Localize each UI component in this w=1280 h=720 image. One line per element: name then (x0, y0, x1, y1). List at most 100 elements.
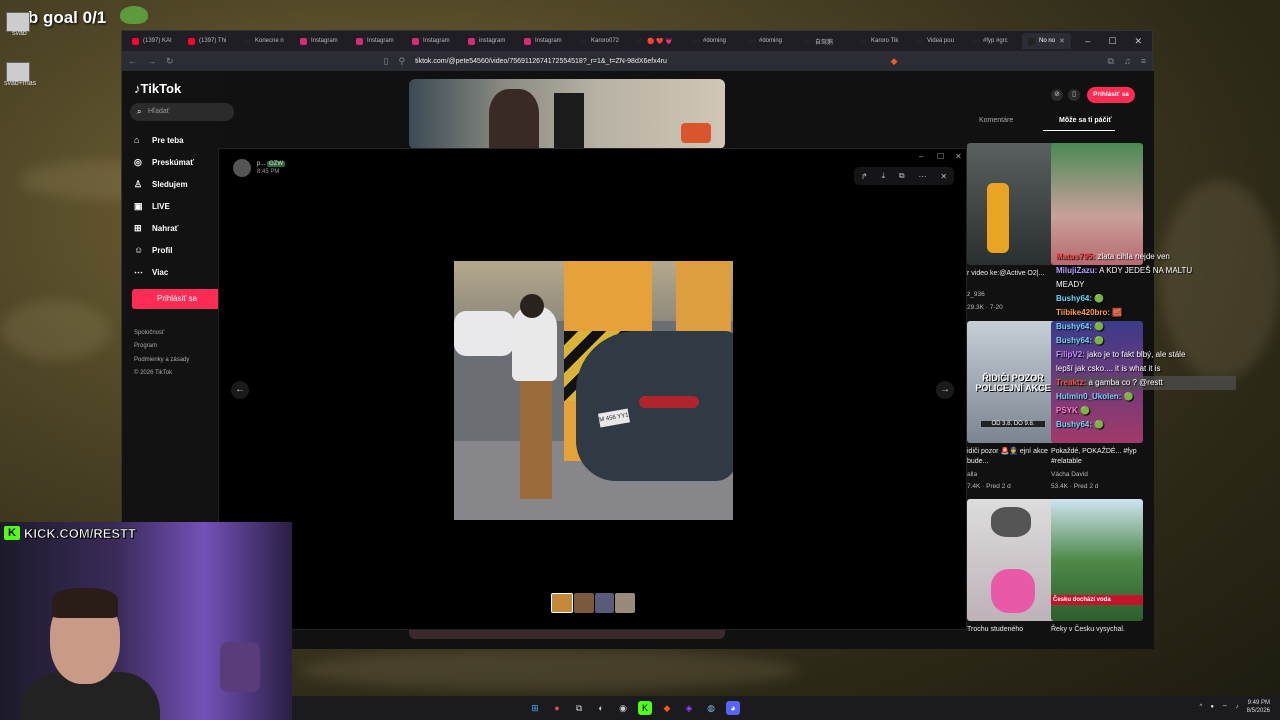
login-button-top[interactable]: Prihlásiť sa (1087, 87, 1135, 103)
browser-tab[interactable]: #doming (742, 33, 796, 49)
suggestion-caption[interactable]: Trochu studeného (967, 625, 1059, 635)
brave-shield-icon[interactable]: ◆ (891, 56, 898, 67)
browser-tab[interactable]: 🔴 ❤️ 💗 (630, 33, 684, 49)
share-icon[interactable]: ↱ (861, 172, 868, 181)
dialog-close-icon[interactable]: ✕ (955, 152, 962, 161)
suggestion-thumbnail[interactable] (1051, 143, 1143, 265)
chat-username[interactable]: Bushy64: (1056, 294, 1092, 303)
close-viewer-icon[interactable]: ✕ (940, 172, 947, 181)
browser-tab[interactable]: Videá pou (910, 33, 964, 49)
back-icon[interactable]: ← (128, 56, 137, 66)
more-icon[interactable]: ⋯ (918, 172, 926, 181)
strip-thumbnail[interactable] (573, 593, 594, 613)
download-icon[interactable]: ⤓ (881, 171, 885, 181)
extensions-icon[interactable]: ⧉ (1108, 56, 1114, 67)
chat-username[interactable]: Bushy64: (1056, 336, 1092, 345)
settings-icon[interactable]: ⊘ (1051, 89, 1063, 101)
browser-tab[interactable]: (1397) KAI (126, 33, 180, 49)
close-icon[interactable]: ✕ (1134, 36, 1142, 47)
dialog-minimize-icon[interactable]: – (919, 152, 923, 161)
pin-app-icon[interactable]: ● (550, 701, 564, 715)
suggestion-author[interactable]: z_936 (967, 291, 985, 298)
footer-link[interactable]: Program (134, 343, 157, 349)
brave-icon[interactable]: ◆ (660, 701, 674, 715)
maximize-icon[interactable]: ☐ (1108, 36, 1116, 47)
browser-tab[interactable]: Instagram (294, 33, 348, 49)
suggestion-thumbnail[interactable]: Česku dochází voda (1051, 499, 1143, 621)
minimize-icon[interactable]: – (1085, 36, 1090, 47)
video-player-top[interactable] (409, 79, 725, 149)
strip-thumbnail[interactable] (594, 593, 615, 613)
browser-tab[interactable]: Karoro072 (574, 33, 628, 49)
browser-tab[interactable]: (1397) Thi (182, 33, 236, 49)
kick-app-icon[interactable]: K (638, 701, 652, 715)
app-icon[interactable]: ◐ (594, 701, 608, 715)
desktop-icon[interactable] (6, 62, 30, 82)
start-icon[interactable]: ⊞ (528, 701, 542, 715)
desktop-icon[interactable] (6, 12, 30, 32)
viewed-image[interactable]: M 456 YY1 (454, 261, 733, 520)
browser-tab[interactable]: Konecne n (238, 33, 292, 49)
discord-icon[interactable]: ◕ (726, 701, 740, 715)
footer-link[interactable]: Podmienky a zásady (134, 357, 189, 363)
tab-komentare[interactable]: Komentáre (979, 117, 1013, 124)
chat-username[interactable]: Tiibike420bro: (1056, 308, 1110, 317)
browser-tab[interactable]: Instagram (518, 33, 572, 49)
nav-nahrat[interactable]: ⊞ Nahrať (134, 223, 179, 234)
browser-tab[interactable]: Instagram (350, 33, 404, 49)
chat-username[interactable]: Bushy64: (1056, 322, 1092, 331)
tray-chevron-icon[interactable]: ^ (1200, 704, 1203, 710)
suggestion-author[interactable]: alla (967, 471, 977, 478)
browser-tab[interactable]: Karoro Tik (854, 33, 908, 49)
mic-icon[interactable]: ● (1210, 704, 1214, 710)
browser-tab[interactable]: #fyp #grc (966, 33, 1020, 49)
reload-icon[interactable]: ↻ (166, 56, 174, 67)
nav-viac[interactable]: ⋯ Viac (134, 267, 168, 278)
url-field[interactable]: tiktok.com/@pete54560/video/756911267417… (415, 58, 881, 65)
dialog-maximize-icon[interactable]: ☐ (937, 152, 944, 161)
suggestion-thumbnail[interactable] (967, 143, 1059, 265)
bookmark-icon[interactable]: ▯ (384, 56, 389, 67)
chat-username[interactable]: Bushy64: (1056, 420, 1092, 429)
suggestion-caption[interactable]: Pokaždé, POKAŽDÉ... #fyp #relatable (1051, 447, 1143, 467)
obs-icon[interactable]: ◉ (616, 701, 630, 715)
login-button-sidebar[interactable]: Prihlásiť sa (132, 289, 222, 309)
suggestion-caption[interactable]: idiči pozor 🚨👮 ejní akce bude... (967, 447, 1059, 467)
nav-profil[interactable]: ☺ Profil (134, 245, 172, 255)
chat-username[interactable]: PSYK (1056, 406, 1078, 415)
browser-tab[interactable]: #doming (686, 33, 740, 49)
nav-sledujem[interactable]: ♙ Sledujem (134, 179, 188, 190)
suggestion-thumbnail[interactable]: ŘIDIČI POZOR POLICEJNÍ AKCE OD 3.8. DO 9… (967, 321, 1059, 443)
chat-username[interactable]: Treaktz: (1056, 378, 1086, 387)
open-external-icon[interactable]: ⧉ (899, 171, 905, 181)
wifi-icon[interactable]: ⌔ (1222, 703, 1228, 711)
author-name[interactable]: p... (257, 161, 265, 167)
forward-icon[interactable]: → (147, 56, 156, 66)
device-icon[interactable]: ▯ (1068, 89, 1080, 101)
suggestion-thumbnail[interactable] (967, 499, 1059, 621)
clock[interactable]: 9:49 PM 8/5/2026 (1247, 699, 1270, 715)
browser-tab[interactable]: instagram (462, 33, 516, 49)
footer-link[interactable]: Spoločnosť (134, 330, 164, 336)
suggestion-caption[interactable]: Řeky v Česku vysychal. (1051, 625, 1143, 635)
twitch-icon[interactable]: ◈ (682, 701, 696, 715)
site-info-icon[interactable]: ⚲ (399, 56, 406, 67)
menu-icon[interactable]: ≡ (1141, 56, 1146, 66)
suggestion-caption[interactable]: r video ke:@Active O2|... (967, 269, 1059, 279)
steam-icon[interactable]: ◍ (704, 701, 718, 715)
chat-username[interactable]: MilujiZazu: (1056, 266, 1097, 275)
search-input[interactable]: Hľadať (130, 103, 234, 121)
strip-thumbnail[interactable] (551, 593, 573, 613)
browser-tab[interactable]: No no ✕ (1022, 33, 1071, 49)
chat-username[interactable]: Matus795: (1056, 252, 1095, 261)
tiktok-logo[interactable]: ♪TikTok (134, 81, 181, 96)
browser-tab[interactable]: Instagram (406, 33, 460, 49)
chat-username[interactable]: Hulmin0_Ukolen: (1056, 392, 1121, 401)
nav-preskumat[interactable]: ◎ Preskúmať (134, 157, 194, 168)
chat-username[interactable]: FilipV2: (1056, 350, 1085, 359)
nav-pre-teba[interactable]: ⌂ Pre teba (134, 135, 184, 145)
previous-arrow-icon[interactable]: ← (231, 381, 249, 399)
strip-thumbnail[interactable] (615, 593, 635, 613)
music-icon[interactable]: ♫ (1124, 56, 1131, 66)
tab-close-icon[interactable]: ✕ (1059, 37, 1065, 45)
